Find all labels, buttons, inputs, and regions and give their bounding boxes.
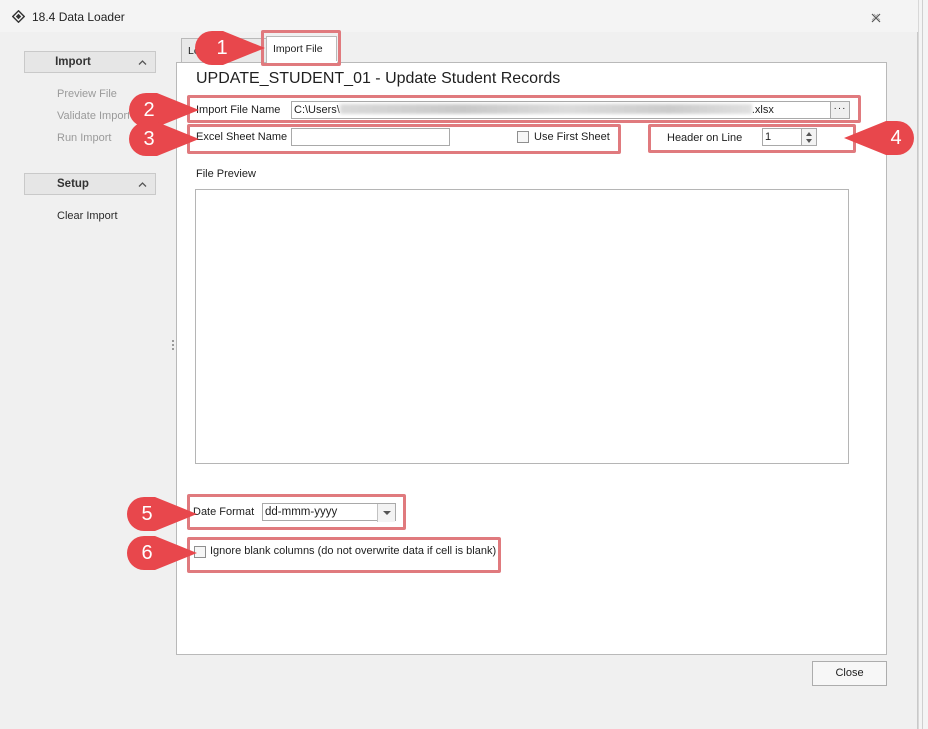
highlight-box-ignore-blank xyxy=(187,537,501,573)
file-preview-label: File Preview xyxy=(196,168,256,180)
title-bar: 18.4 Data Loader xyxy=(0,0,918,32)
sidebar-item-preview-file[interactable]: Preview File xyxy=(57,88,117,100)
sidebar-group-setup[interactable]: Setup xyxy=(24,173,156,195)
chevron-up-icon[interactable] xyxy=(138,58,147,67)
close-window-icon[interactable] xyxy=(869,11,883,25)
sidebar-group-label: Import xyxy=(55,56,91,68)
page-title: UPDATE_STUDENT_01 - Update Student Recor… xyxy=(196,70,561,87)
sidebar-item-clear-import[interactable]: Clear Import xyxy=(57,210,127,222)
callout-number-4: 4 xyxy=(890,127,902,149)
sidebar-item-run-import[interactable]: Run Import xyxy=(57,132,117,144)
window-title: 18.4 Data Loader xyxy=(32,10,125,24)
file-preview-grid[interactable] xyxy=(195,189,849,464)
close-button[interactable]: Close xyxy=(812,661,887,686)
highlight-box-excel-sheet xyxy=(187,124,621,154)
callout-number-5: 5 xyxy=(141,503,153,525)
sidebar-item-validate-import[interactable]: Validate Import xyxy=(57,110,129,122)
data-loader-window: 18.4 Data Loader Import Preview File Val… xyxy=(0,0,918,729)
sidebar-group-label: Setup xyxy=(57,178,89,190)
highlight-box-import-file xyxy=(187,95,861,123)
highlight-box-header-line xyxy=(648,124,856,153)
highlight-box-tab xyxy=(261,30,341,66)
highlight-box-date-format xyxy=(187,494,406,530)
data-loader-app-icon xyxy=(12,10,25,23)
callout-number-6: 6 xyxy=(141,542,153,564)
callout-number-3: 3 xyxy=(143,128,155,150)
chevron-up-icon[interactable] xyxy=(138,180,147,189)
sidebar-group-import[interactable]: Import xyxy=(24,51,156,73)
background-window-edge xyxy=(918,0,928,729)
callout-number-1: 1 xyxy=(216,37,228,59)
splitter-handle[interactable] xyxy=(172,340,175,354)
